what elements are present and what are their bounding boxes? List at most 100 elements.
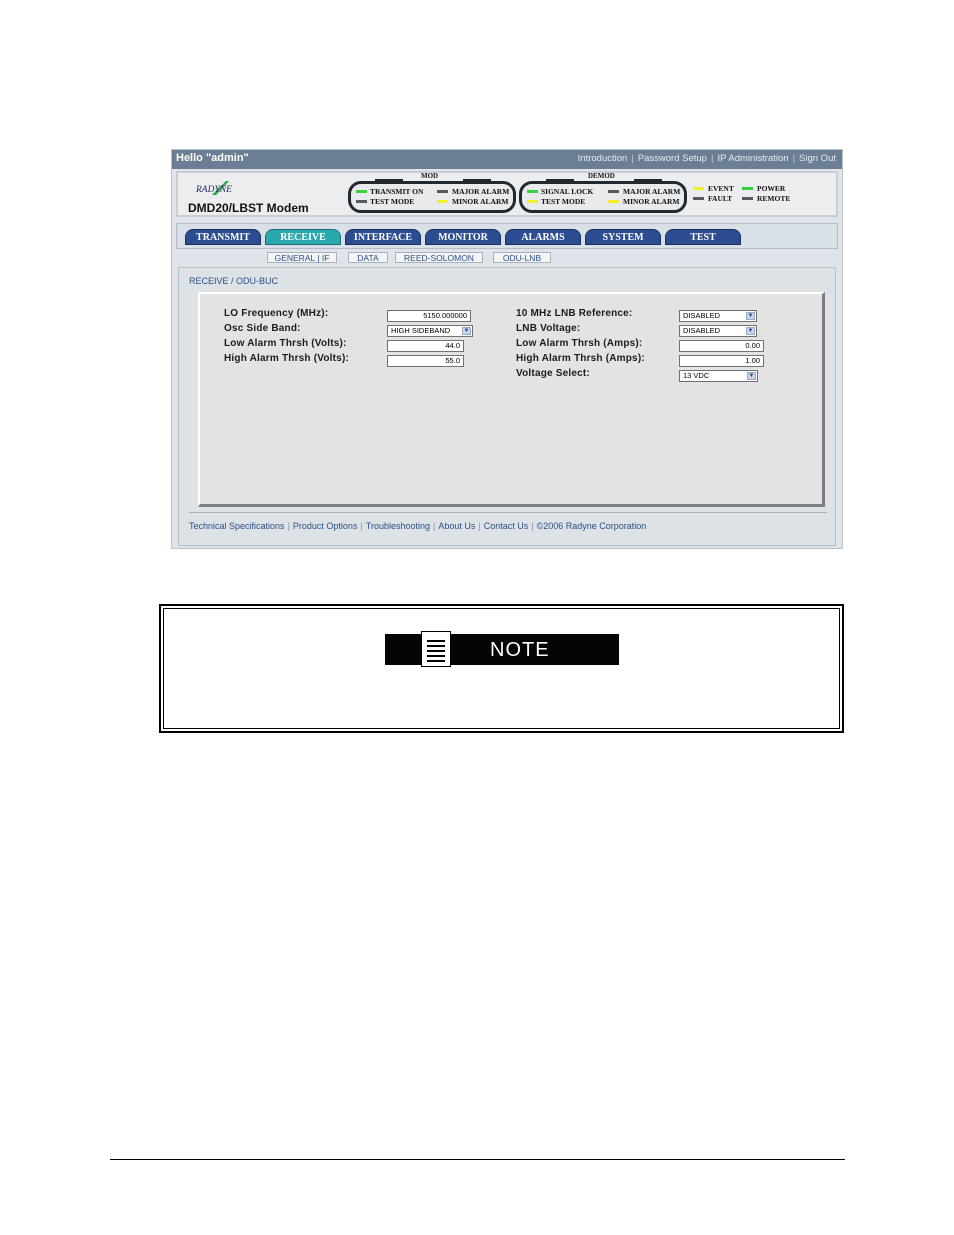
high-alarm-amps-label: High Alarm Thrsh (Amps): bbox=[516, 353, 645, 364]
led-power bbox=[742, 187, 753, 190]
link-product-options[interactable]: Product Options bbox=[293, 521, 358, 531]
footer-links: Technical Specifications | Product Options… bbox=[189, 521, 646, 531]
copyright: ©2006 Radyne Corporation bbox=[536, 521, 647, 531]
tab-transmit[interactable]: TRANSMIT bbox=[185, 229, 261, 245]
chevron-down-icon[interactable]: ▼ bbox=[462, 327, 471, 335]
led-label: MAJOR ALARM bbox=[623, 187, 681, 196]
low-alarm-amps-input[interactable]: 0.00 bbox=[679, 340, 764, 352]
link-introduction[interactable]: Introduction bbox=[578, 153, 628, 164]
voltage-select-value: 13 VDC bbox=[683, 371, 710, 380]
chevron-down-icon[interactable]: ▼ bbox=[747, 372, 756, 380]
mod-led-group: MOD TRANSMIT ON TEST MODE MAJOR ALARM MI… bbox=[348, 172, 516, 213]
tab-interface[interactable]: INTERFACE bbox=[345, 229, 421, 245]
led-label: SIGNAL LOCK bbox=[541, 187, 594, 196]
subtab-data[interactable]: DATA bbox=[348, 252, 388, 263]
chevron-down-icon[interactable]: ▼ bbox=[746, 312, 755, 320]
separator: | bbox=[478, 521, 481, 531]
led-demod-test-mode bbox=[527, 200, 538, 203]
document-icon bbox=[421, 631, 451, 667]
modem-web-ui-screenshot: Hello "admin" Introduction | Password Setu… bbox=[171, 149, 843, 549]
modem-name: DMD20/LBST Modem bbox=[188, 201, 309, 215]
led-label: FAULT bbox=[708, 194, 733, 203]
low-alarm-amps-label: Low Alarm Thrsh (Amps): bbox=[516, 338, 643, 349]
mod-label: MOD bbox=[421, 172, 439, 180]
top-bar: Hello "admin" Introduction | Password Setu… bbox=[172, 150, 842, 169]
link-troubleshooting[interactable]: Troubleshooting bbox=[366, 521, 430, 531]
led-label: MINOR ALARM bbox=[452, 197, 509, 206]
device-header: RADYNE DMD20/LBST Modem MOD TRANSMIT ON … bbox=[176, 171, 838, 217]
separator: | bbox=[531, 521, 534, 531]
demod-label: DEMOD bbox=[588, 172, 615, 180]
note-label: NOTE bbox=[490, 639, 550, 661]
link-sign-out[interactable]: Sign Out bbox=[799, 153, 836, 164]
led-label: REMOTE bbox=[757, 194, 791, 203]
note-banner: NOTE bbox=[385, 631, 619, 667]
led-signal-lock bbox=[527, 190, 538, 193]
lnb-reference-label: 10 MHz LNB Reference: bbox=[516, 308, 633, 319]
tab-receive[interactable]: RECEIVE bbox=[265, 229, 341, 245]
chevron-down-icon[interactable]: ▼ bbox=[746, 327, 755, 335]
page-bottom-rule bbox=[110, 1159, 845, 1160]
subtab-reed-solomon[interactable]: REED-SOLOMON bbox=[395, 252, 483, 263]
link-about-us[interactable]: About Us bbox=[438, 521, 475, 531]
osc-side-band-select[interactable]: HIGH SIDEBAND ▼ bbox=[387, 325, 473, 337]
link-contact-us[interactable]: Contact Us bbox=[484, 521, 529, 531]
led-event bbox=[693, 187, 704, 190]
link-ip-administration[interactable]: IP Administration bbox=[717, 153, 788, 164]
lo-frequency-label: LO Frequency (MHz): bbox=[224, 308, 329, 319]
led-mod-major-alarm bbox=[437, 190, 448, 193]
demod-led-group: DEMOD SIGNAL LOCK TEST MODE MAJOR ALARM … bbox=[519, 172, 687, 213]
tab-test[interactable]: TEST bbox=[665, 229, 741, 245]
footer-divider bbox=[189, 512, 827, 513]
led-label: TEST MODE bbox=[541, 197, 586, 206]
content-area: RECEIVE / ODU-BUC LO Frequency (MHz): 51… bbox=[178, 267, 836, 546]
high-alarm-volts-input[interactable]: 55.0 bbox=[387, 355, 464, 367]
subtab-odu-lnb[interactable]: ODU-LNB bbox=[493, 252, 551, 263]
led-remote bbox=[742, 197, 753, 200]
separator: | bbox=[631, 153, 634, 164]
separator: | bbox=[433, 521, 436, 531]
separator: | bbox=[287, 521, 290, 531]
led-label: TRANSMIT ON bbox=[370, 187, 424, 196]
led-label: MAJOR ALARM bbox=[452, 187, 510, 196]
low-alarm-volts-label: Low Alarm Thrsh (Volts): bbox=[224, 338, 347, 349]
top-links: Introduction | Password Setup | IP Administr… bbox=[578, 153, 836, 164]
led-fault bbox=[693, 197, 704, 200]
led-mod-test-mode bbox=[356, 200, 367, 203]
separator: | bbox=[360, 521, 363, 531]
led-label: MINOR ALARM bbox=[623, 197, 680, 206]
led-demod-major-alarm bbox=[608, 190, 619, 193]
note-box: NOTE bbox=[159, 604, 844, 733]
osc-side-band-value: HIGH SIDEBAND bbox=[391, 326, 451, 335]
high-alarm-amps-input[interactable]: 1.00 bbox=[679, 355, 764, 367]
high-alarm-volts-label: High Alarm Thrsh (Volts): bbox=[224, 353, 349, 364]
led-label: TEST MODE bbox=[370, 197, 415, 206]
lnb-voltage-select[interactable]: DISABLED ▼ bbox=[679, 325, 757, 337]
settings-panel: LO Frequency (MHz): 5150.000000 Osc Side… bbox=[198, 292, 825, 507]
led-label: EVENT bbox=[708, 184, 734, 193]
led-demod-minor-alarm bbox=[608, 200, 619, 203]
tab-alarms[interactable]: ALARMS bbox=[505, 229, 581, 245]
main-nav: TRANSMIT RECEIVE INTERFACE MONITOR ALARM… bbox=[176, 223, 838, 249]
lnb-voltage-label: LNB Voltage: bbox=[516, 323, 581, 334]
voltage-select-dropdown[interactable]: 13 VDC ▼ bbox=[679, 370, 758, 382]
separator: | bbox=[710, 153, 714, 164]
led-transmit-on bbox=[356, 190, 367, 193]
voltage-select-label: Voltage Select: bbox=[516, 368, 590, 379]
greeting: Hello "admin" bbox=[176, 152, 249, 164]
subtab-general-if[interactable]: GENERAL | IF bbox=[267, 252, 337, 263]
tab-monitor[interactable]: MONITOR bbox=[425, 229, 501, 245]
lo-frequency-input[interactable]: 5150.000000 bbox=[387, 310, 471, 322]
osc-side-band-label: Osc Side Band: bbox=[224, 323, 301, 334]
lnb-reference-select[interactable]: DISABLED ▼ bbox=[679, 310, 757, 322]
led-label: POWER bbox=[757, 184, 786, 193]
low-alarm-volts-input[interactable]: 44.0 bbox=[387, 340, 464, 352]
lnb-reference-value: DISABLED bbox=[683, 311, 721, 320]
breadcrumb: RECEIVE / ODU-BUC bbox=[189, 276, 279, 286]
logo-text: RADYNE bbox=[196, 185, 232, 195]
link-technical-specifications[interactable]: Technical Specifications bbox=[189, 521, 285, 531]
lnb-voltage-value: DISABLED bbox=[683, 326, 721, 335]
led-mod-minor-alarm bbox=[437, 200, 448, 203]
tab-system[interactable]: SYSTEM bbox=[585, 229, 661, 245]
link-password-setup[interactable]: Password Setup bbox=[638, 153, 707, 164]
